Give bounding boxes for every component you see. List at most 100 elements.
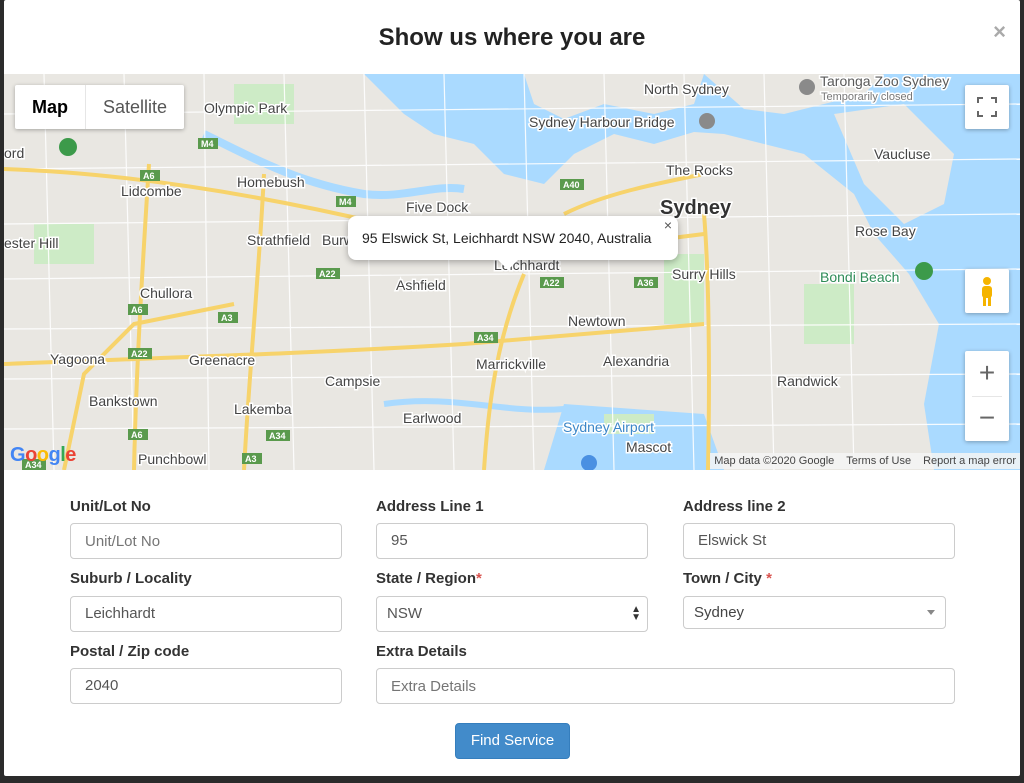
place-label: Newtown	[568, 313, 626, 329]
required-mark: *	[476, 570, 482, 587]
zoom-control: + −	[965, 351, 1009, 441]
place-label: Randwick	[777, 373, 839, 389]
zoom-divider	[972, 396, 1002, 397]
required-mark: *	[766, 570, 772, 587]
place-label: Alexandria	[603, 353, 669, 369]
fullscreen-button[interactable]	[965, 85, 1009, 129]
zoo-poi-icon	[799, 79, 815, 95]
address-line-1-input[interactable]: 95	[376, 523, 648, 559]
chevron-down-icon	[927, 610, 935, 615]
road-shield: A34	[477, 333, 494, 343]
road-shield: A22	[319, 269, 336, 279]
street-view-pegman-button[interactable]	[965, 269, 1009, 313]
report-error-link[interactable]: Report a map error	[923, 453, 1016, 469]
map-type-control: Map Satellite	[15, 85, 185, 129]
zoom-in-button[interactable]: +	[965, 351, 1009, 396]
place-label: Taronga Zoo Sydney	[820, 74, 949, 89]
satellite-type-button[interactable]: Satellite	[86, 85, 184, 129]
google-logo[interactable]: Google	[10, 444, 76, 467]
botany-water	[544, 404, 724, 470]
info-window-address: 95 Elswick St, Leichhardt NSW 2040, Aust…	[362, 230, 652, 246]
place-label: Ashfield	[396, 277, 446, 293]
road-shield: A40	[563, 180, 580, 190]
info-window: 95 Elswick St, Leichhardt NSW 2040, Aust…	[348, 216, 678, 270]
place-label: Surry Hills	[672, 266, 736, 282]
zoom-out-button[interactable]: −	[965, 396, 1009, 441]
suburb-input[interactable]: Leichhardt	[70, 596, 342, 632]
road-shield: A6	[143, 171, 155, 181]
park-poi-icon	[59, 138, 77, 156]
place-label: Rose Bay	[855, 223, 916, 239]
dialog-title: Show us where you are	[378, 24, 646, 51]
close-icon[interactable]: ×	[993, 20, 1006, 44]
road-shield: A34	[269, 431, 286, 441]
road-shield: A6	[131, 305, 143, 315]
unit-input[interactable]	[70, 523, 342, 559]
address-form: Unit/Lot No Address Line 1 95 Address li…	[4, 470, 1020, 776]
place-label: ester Hill	[4, 235, 58, 251]
pegman-icon	[982, 277, 992, 306]
place-label: Campsie	[325, 373, 380, 389]
place-label: Yagoona	[50, 351, 105, 367]
road-shield: A22	[131, 349, 148, 359]
place-label: Mascot	[626, 439, 671, 455]
bridge-poi-icon	[699, 113, 715, 129]
place-label: ord	[4, 145, 24, 161]
address-line-2-input[interactable]: Elswick St	[683, 523, 955, 559]
place-label: Temporarily closed	[821, 91, 913, 103]
place-label: Strathfield	[247, 232, 310, 248]
map-type-button[interactable]: Map	[15, 85, 86, 129]
road-shield: A6	[131, 430, 143, 440]
place-label: Olympic Park	[204, 100, 288, 116]
unit-label: Unit/Lot No	[70, 498, 151, 515]
town-select[interactable]: Sydney	[683, 596, 946, 629]
place-label: The Rocks	[666, 162, 733, 178]
place-label: Punchbowl	[138, 451, 207, 467]
town-select-value: Sydney	[694, 604, 745, 621]
map-data-text: Map data ©2020 Google	[714, 455, 835, 467]
fullscreen-icon	[977, 97, 997, 117]
road-shield: A22	[543, 278, 560, 288]
info-window-close-icon[interactable]: ×	[664, 217, 672, 233]
road-shield: A36	[637, 278, 654, 288]
address-line-2-label: Address line 2	[683, 498, 786, 515]
beach-poi-icon	[915, 262, 933, 280]
place-label: Marrickville	[476, 356, 546, 372]
place-label: Homebush	[237, 174, 305, 190]
state-label-text: State / Region	[376, 570, 477, 587]
place-label: Sydney Harbour Bridge	[529, 114, 675, 130]
suburb-label: Suburb / Locality	[70, 570, 192, 587]
road-shield: M4	[201, 139, 214, 149]
town-label-text: Town / City	[683, 570, 762, 587]
place-label: Earlwood	[403, 410, 461, 426]
road-shield: A3	[245, 454, 257, 464]
map-attribution: Map data ©2020 Google Terms of Use Repor…	[710, 453, 1020, 469]
road-shield: A3	[221, 313, 233, 323]
place-label: Vaucluse	[874, 146, 931, 162]
find-service-button[interactable]: Find Service	[455, 723, 570, 759]
state-label: State / Region*	[376, 570, 482, 587]
place-label: Lidcombe	[121, 183, 182, 199]
map-view[interactable]: M4 M4 A6 A40 A22 A22 A36 A3 A6 A22 A34 A…	[4, 74, 1020, 470]
terms-link[interactable]: Terms of Use	[846, 453, 911, 469]
state-select[interactable]: NSW ▲ ▼	[376, 596, 648, 632]
map-canvas: M4 M4 A6 A40 A22 A22 A36 A3 A6 A22 A34 A…	[4, 74, 1020, 470]
place-label: Bankstown	[89, 393, 157, 409]
postal-label: Postal / Zip code	[70, 643, 190, 660]
dialog-header: Show us where you are ×	[4, 0, 1020, 75]
extra-details-input[interactable]	[376, 668, 955, 704]
place-label: Lakemba	[234, 401, 292, 417]
postal-input[interactable]: 2040	[70, 668, 342, 704]
extra-details-label: Extra Details	[376, 643, 467, 660]
info-window-tail	[498, 260, 518, 270]
select-arrows-icon: ▲ ▼	[631, 604, 641, 623]
place-label: Bondi Beach	[820, 269, 899, 285]
place-label: Chullora	[140, 285, 192, 301]
place-label: North Sydney	[644, 81, 729, 97]
address-line-1-label: Address Line 1	[376, 498, 484, 515]
state-select-value: NSW	[387, 605, 422, 622]
location-dialog: Show us where you are × M4 M4 A6 A40 A22…	[4, 0, 1020, 776]
town-label: Town / City *	[683, 570, 772, 587]
place-label: Greenacre	[189, 352, 255, 368]
road-shield: M4	[339, 197, 352, 207]
